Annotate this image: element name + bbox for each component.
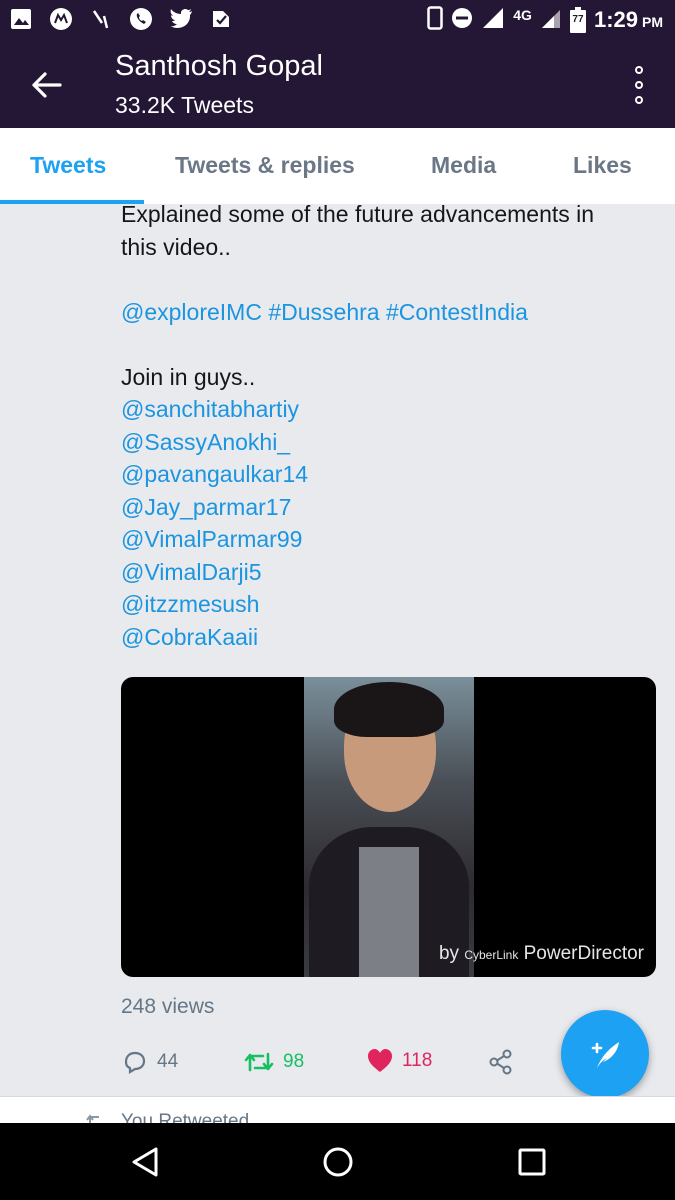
profile-header: Santhosh Gopal 33.2K Tweets	[0, 42, 675, 128]
battery-icon: 77	[569, 7, 586, 33]
recents-nav-icon[interactable]	[515, 1145, 549, 1179]
reply-button[interactable]: 44	[121, 1048, 178, 1076]
notification-icons	[8, 6, 234, 32]
back-nav-icon[interactable]	[128, 1145, 162, 1179]
motorola-icon	[48, 6, 74, 32]
tweet-text-line: this video..	[121, 233, 231, 260]
like-button[interactable]: 118	[366, 1048, 432, 1074]
mention-link[interactable]: @sanchitabhartiy	[121, 393, 661, 426]
navigation-bar	[0, 1123, 675, 1200]
hashtag-line: @exploreIMC #Dussehra #ContestIndia	[121, 296, 661, 329]
phone-icon	[427, 5, 444, 35]
profile-name: Santhosh Gopal	[115, 50, 323, 82]
home-nav-icon[interactable]	[321, 1145, 355, 1179]
do-not-disturb-icon	[451, 7, 473, 34]
retweeted-icon	[85, 1113, 107, 1123]
mention-link[interactable]: @VimalParmar99	[121, 523, 661, 556]
mention-link[interactable]: @SassyAnokhi_	[121, 426, 661, 459]
heart-icon	[368, 1049, 392, 1072]
gallery-icon	[8, 6, 34, 32]
mention-link[interactable]: @Jay_parmar17	[121, 491, 661, 524]
clock: 1:29	[593, 7, 638, 32]
profile-tabs: Tweets Tweets & replies Media Likes	[0, 128, 675, 204]
missed-call-icon	[88, 6, 114, 32]
join-text: Join in guys..	[121, 363, 256, 390]
mention-link[interactable]: @CobraKaaii	[121, 621, 661, 654]
hashtag-link[interactable]: #ContestIndia	[386, 299, 528, 325]
video-player[interactable]: by CyberLink PowerDirector	[121, 677, 656, 977]
back-arrow-icon[interactable]	[30, 68, 64, 102]
view-count: 248 views	[121, 995, 215, 1018]
mention-link[interactable]: @exploreIMC	[121, 299, 262, 325]
next-tweet-preview: You Retweeted	[0, 1097, 675, 1123]
retweet-context: You Retweeted	[121, 1111, 250, 1123]
twitter-icon	[168, 6, 194, 32]
retweet-button[interactable]: 98	[243, 1048, 304, 1076]
like-count: 118	[402, 1050, 433, 1071]
share-icon	[489, 1049, 512, 1075]
tab-likes[interactable]: Likes	[573, 152, 632, 179]
signal-icon	[481, 7, 505, 34]
tab-tweets-replies[interactable]: Tweets & replies	[175, 152, 355, 179]
compose-feather-icon	[591, 1042, 619, 1068]
video-watermark: by CyberLink PowerDirector	[438, 943, 644, 964]
whatsapp-icon	[128, 6, 154, 32]
tweet-actions: 44 98 118	[121, 1048, 541, 1084]
overflow-menu-icon[interactable]	[629, 66, 649, 104]
mention-link[interactable]: @VimalDarji5	[121, 556, 661, 589]
signal-icon-2	[540, 7, 562, 34]
share-button[interactable]	[487, 1048, 515, 1076]
clock-ampm: PM	[642, 14, 663, 30]
network-type: 4G	[513, 7, 532, 23]
tweet-text-line: Explained some of the future advancement…	[121, 201, 595, 227]
compose-tweet-button[interactable]	[561, 1010, 649, 1098]
hashtag-link[interactable]: #Dussehra	[268, 299, 379, 325]
reply-icon	[124, 1051, 146, 1074]
video-frame	[304, 677, 474, 977]
tab-tweets[interactable]: Tweets	[30, 152, 106, 179]
tab-media[interactable]: Media	[431, 152, 496, 179]
status-bar: 4G 77 1:29 PM	[0, 0, 675, 42]
mention-link[interactable]: @itzzmesush	[121, 588, 661, 621]
mention-link[interactable]: @pavangaulkar14	[121, 458, 661, 491]
battery-level: 77	[572, 14, 584, 25]
system-status: 4G 77 1:29 PM	[427, 5, 663, 35]
retweet-icon	[244, 1052, 274, 1072]
tweet-count: 33.2K Tweets	[115, 92, 254, 118]
bookmyshow-icon	[208, 6, 234, 32]
tweet-text: Explained some of the future advancement…	[121, 198, 661, 653]
retweet-count: 98	[283, 1051, 305, 1072]
reply-count: 44	[157, 1051, 179, 1072]
